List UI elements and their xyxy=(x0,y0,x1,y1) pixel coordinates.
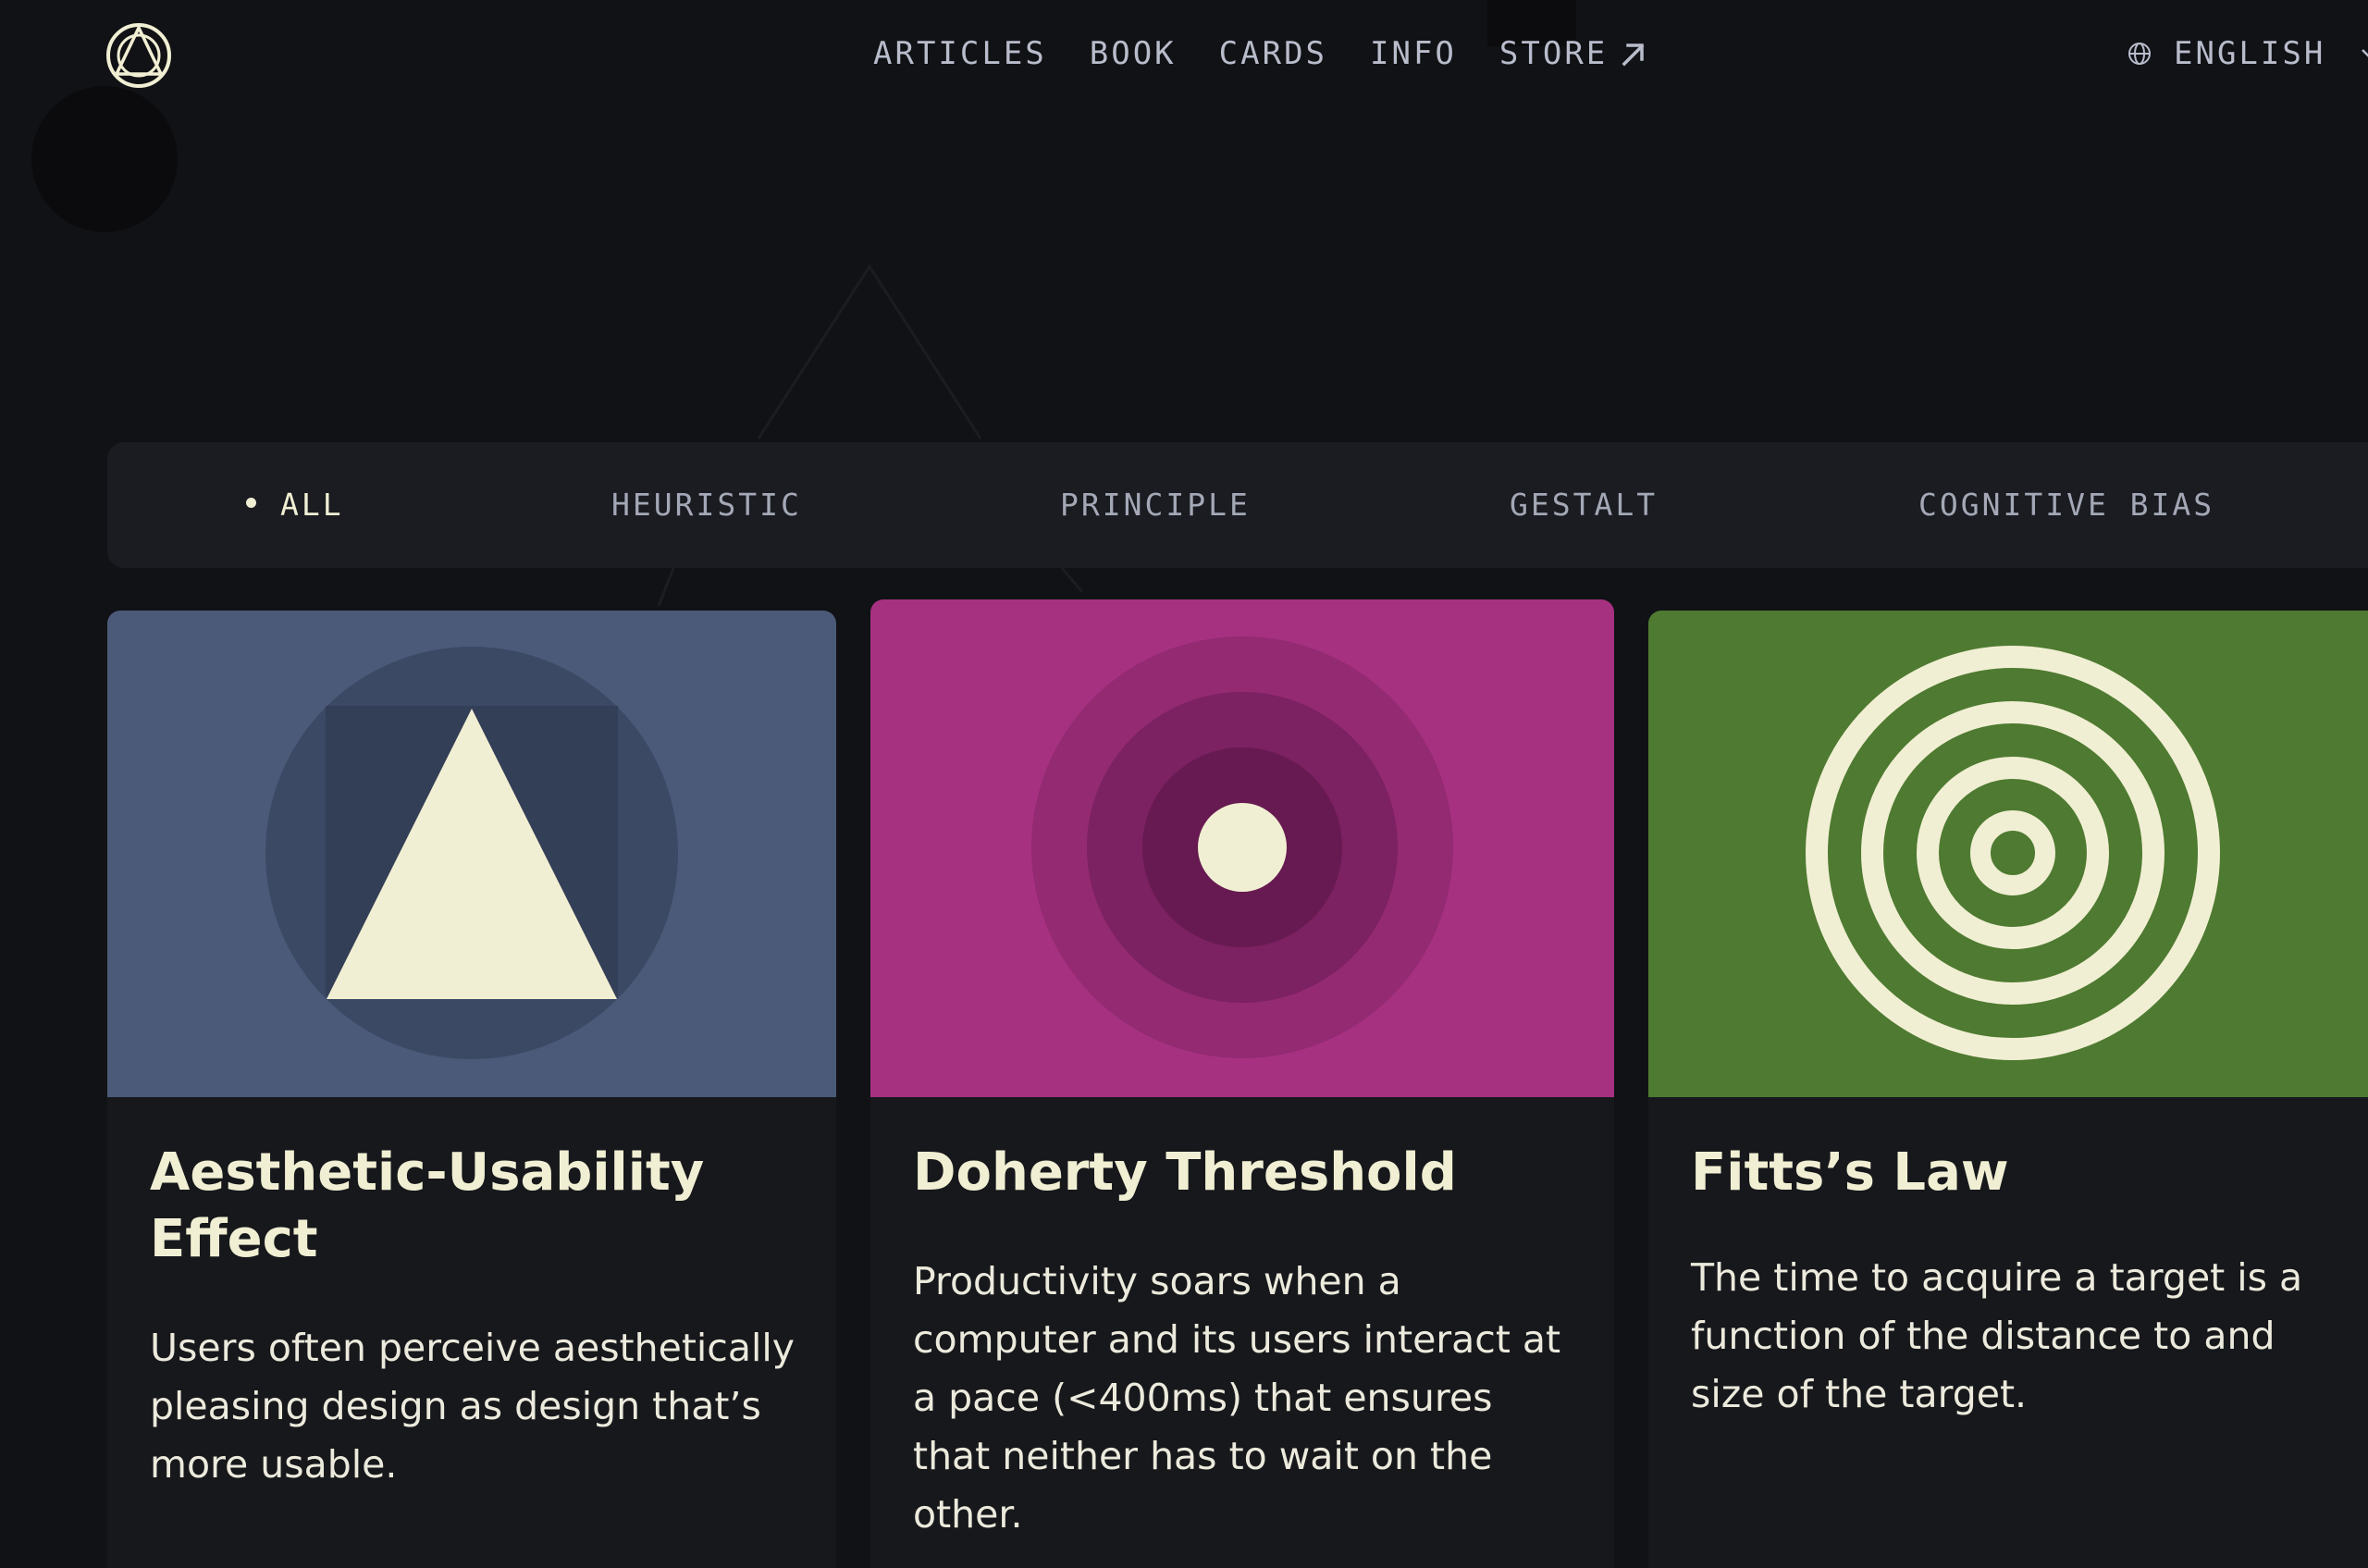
main-nav: ARTICLES BOOK CARDS INFO STORE xyxy=(873,35,1646,72)
card-description-line: pleasing design as design that’s xyxy=(150,1384,761,1428)
nav-store-label: STORE xyxy=(1498,35,1609,72)
filter-gestalt-label: GESTALT xyxy=(1510,487,1659,523)
card-description: The time to acquire a target is a functi… xyxy=(1691,1249,2302,1424)
filter-principle[interactable]: PRINCIPLE xyxy=(1060,487,1251,523)
concentric-circles-icon xyxy=(870,599,1614,1097)
card-description-line: Productivity soars when a xyxy=(913,1259,1401,1303)
card-title: Doherty Threshold xyxy=(913,1140,1457,1206)
card-description-line: other. xyxy=(913,1492,1023,1537)
nav-store-link[interactable]: STORE xyxy=(1499,35,1646,72)
card-title: Fitts’s Law xyxy=(1691,1140,2009,1206)
card-title: Aesthetic-Usability Effect xyxy=(150,1140,704,1273)
card-title-line: Aesthetic-Usability xyxy=(150,1142,705,1203)
language-selector[interactable]: ENGLISH xyxy=(2128,35,2368,72)
nav-info-label: INFO xyxy=(1370,35,1457,72)
card-title-line: Fitts’s Law xyxy=(1691,1142,2009,1203)
triangle-icon xyxy=(107,611,836,1097)
card-description-line: computer and its users interact at xyxy=(913,1317,1561,1362)
globe-icon xyxy=(2128,43,2151,65)
card-description: Productivity soars when a computer and i… xyxy=(913,1253,1560,1544)
nav-book-label: BOOK xyxy=(1089,35,1177,72)
card-description-line: that neither has to wait on the xyxy=(913,1434,1493,1478)
card-description-line: The time to acquire a target is a xyxy=(1691,1255,2303,1300)
logo-icon[interactable] xyxy=(105,22,172,89)
card-description: Users often perceive aesthetically pleas… xyxy=(150,1319,795,1494)
filter-principle-label: PRINCIPLE xyxy=(1060,487,1251,523)
filter-cognitive-bias[interactable]: COGNITIVE BIAS xyxy=(1918,487,2214,523)
active-dot-icon xyxy=(246,498,256,508)
external-link-arrow-icon xyxy=(1622,43,1645,67)
filter-all-label: ALL xyxy=(280,487,344,523)
law-card-fitts-law[interactable]: Fitts’s Law The time to acquire a target… xyxy=(1648,611,2368,1568)
law-card-aesthetic-usability[interactable]: Aesthetic-Usability Effect Users often p… xyxy=(107,611,836,1568)
nav-articles-link[interactable]: ARTICLES xyxy=(873,35,1047,72)
nav-book-link[interactable]: BOOK xyxy=(1090,35,1177,72)
card-title-line: Doherty Threshold xyxy=(913,1142,1457,1203)
card-description-line: function of the distance to and xyxy=(1691,1314,2276,1358)
category-filter-bar: ALL HEURISTIC PRINCIPLE GESTALT COGNITIV… xyxy=(107,442,2368,568)
filter-heuristic[interactable]: HEURISTIC xyxy=(611,487,802,523)
page: ARTICLES BOOK CARDS INFO STORE ENGLISH A… xyxy=(0,0,2368,1568)
nav-cards-label: CARDS xyxy=(1218,35,1328,72)
card-description-line: Users often perceive aesthetically xyxy=(150,1326,796,1370)
card-title-line: Effect xyxy=(150,1209,318,1269)
nav-articles-label: ARTICLES xyxy=(873,35,1047,72)
filter-all[interactable]: ALL xyxy=(246,487,344,523)
language-label: ENGLISH xyxy=(2174,35,2326,72)
site-header: ARTICLES BOOK CARDS INFO STORE ENGLISH xyxy=(0,0,2368,111)
filter-cognitive-bias-label: COGNITIVE BIAS xyxy=(1918,487,2215,523)
law-card-doherty-threshold[interactable]: Doherty Threshold Productivity soars whe… xyxy=(870,599,1614,1568)
nav-info-link[interactable]: INFO xyxy=(1370,35,1457,72)
chevron-down-icon xyxy=(2362,49,2368,57)
card-description-line: size of the target. xyxy=(1691,1372,2028,1416)
filter-gestalt[interactable]: GESTALT xyxy=(1510,487,1658,523)
card-description-line: a pace (<400ms) that ensures xyxy=(913,1376,1493,1420)
filter-heuristic-label: HEURISTIC xyxy=(611,487,802,523)
nav-cards-link[interactable]: CARDS xyxy=(1219,35,1327,72)
card-description-line: more usable. xyxy=(150,1442,398,1487)
target-icon xyxy=(1648,611,2368,1097)
